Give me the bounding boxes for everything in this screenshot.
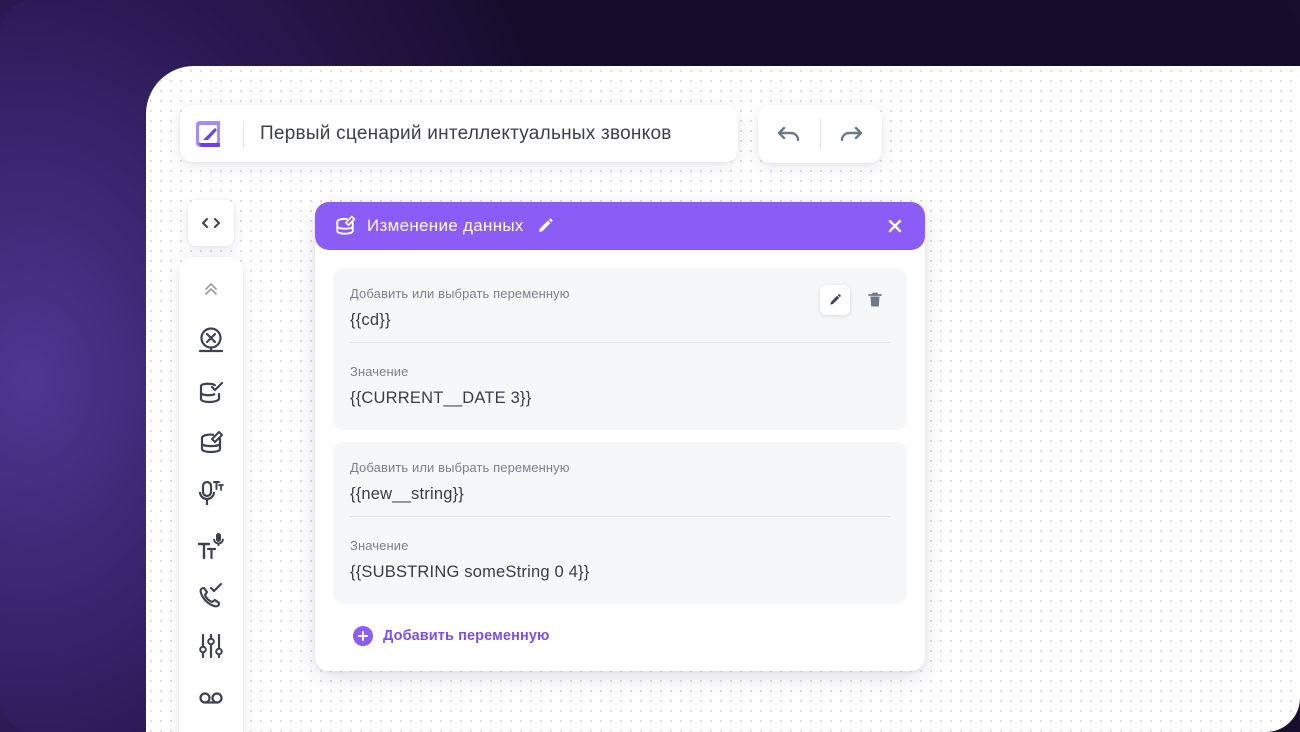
variable-block: Добавить или выбрать переменную {{cd}} З… <box>333 268 907 430</box>
value-field-label: Значение <box>350 364 409 379</box>
tool-text-to-speech[interactable] <box>195 530 227 562</box>
pencil-icon <box>830 294 841 305</box>
code-brackets-icon <box>202 218 220 228</box>
value-field[interactable]: {{SUBSTRING someString 0 4}} <box>350 563 589 582</box>
scenario-title-bar: Первый сценарий интеллектуальных звонков <box>180 105 738 162</box>
code-view-button[interactable] <box>188 200 234 246</box>
collapse-up-icon <box>205 283 217 295</box>
sliders-icon <box>199 633 223 659</box>
scenario-title[interactable]: Первый сценарий интеллектуальных звонков <box>260 123 672 145</box>
collapse-toolbar-button[interactable] <box>195 273 227 305</box>
tool-end-call[interactable] <box>195 324 227 356</box>
data-change-panel: Изменение данных Добавить или выбрать пе… <box>315 202 925 671</box>
tool-sliders[interactable] <box>195 630 227 662</box>
plus-icon <box>353 626 373 646</box>
edit-variable-button[interactable] <box>820 285 850 315</box>
variable-field-label: Добавить или выбрать переменную <box>350 286 570 301</box>
close-icon[interactable] <box>885 216 905 236</box>
redo-button[interactable] <box>820 105 882 163</box>
panel-title: Изменение данных <box>367 216 524 235</box>
speech-to-text-icon <box>198 480 224 505</box>
variable-block: Добавить или выбрать переменную {{new__s… <box>333 442 907 604</box>
database-edit-icon <box>336 215 356 235</box>
tool-database-check[interactable] <box>195 377 227 409</box>
add-variable-label: Добавить переменную <box>383 628 550 644</box>
undo-button[interactable] <box>758 105 820 163</box>
field-underline <box>350 342 890 343</box>
panel-header: Изменение данных <box>315 202 925 250</box>
delete-variable-button[interactable] <box>860 285 890 315</box>
value-field-label: Значение <box>350 538 409 553</box>
text-to-speech-icon <box>197 533 224 560</box>
blocks-toolbar <box>179 257 243 732</box>
app-logo-icon <box>196 120 220 147</box>
database-check-icon <box>199 381 224 404</box>
end-call-icon <box>198 327 224 353</box>
add-variable-button[interactable]: Добавить переменную <box>353 626 549 646</box>
redo-icon <box>841 126 863 142</box>
tool-speech-to-text[interactable] <box>195 477 227 509</box>
database-edit-icon <box>200 431 223 454</box>
edit-title-icon[interactable] <box>536 217 554 235</box>
tool-call-check[interactable] <box>195 579 227 611</box>
title-divider <box>243 120 244 147</box>
trash-icon <box>868 292 882 307</box>
variable-name-field[interactable]: {{cd}} <box>350 311 391 330</box>
call-check-icon <box>199 582 223 608</box>
history-controls <box>758 105 882 163</box>
undo-icon <box>777 126 799 142</box>
field-underline <box>350 516 890 517</box>
tool-database-edit[interactable] <box>195 427 227 459</box>
voicemail-icon <box>199 692 223 704</box>
variable-name-field[interactable]: {{new__string}} <box>350 485 464 504</box>
value-field[interactable]: {{CURRENT__DATE 3}} <box>350 389 531 408</box>
variable-field-label: Добавить или выбрать переменную <box>350 460 570 475</box>
app-frame: Первый сценарий интеллектуальных звонков <box>0 0 1300 732</box>
tool-voicemail[interactable] <box>195 681 227 713</box>
